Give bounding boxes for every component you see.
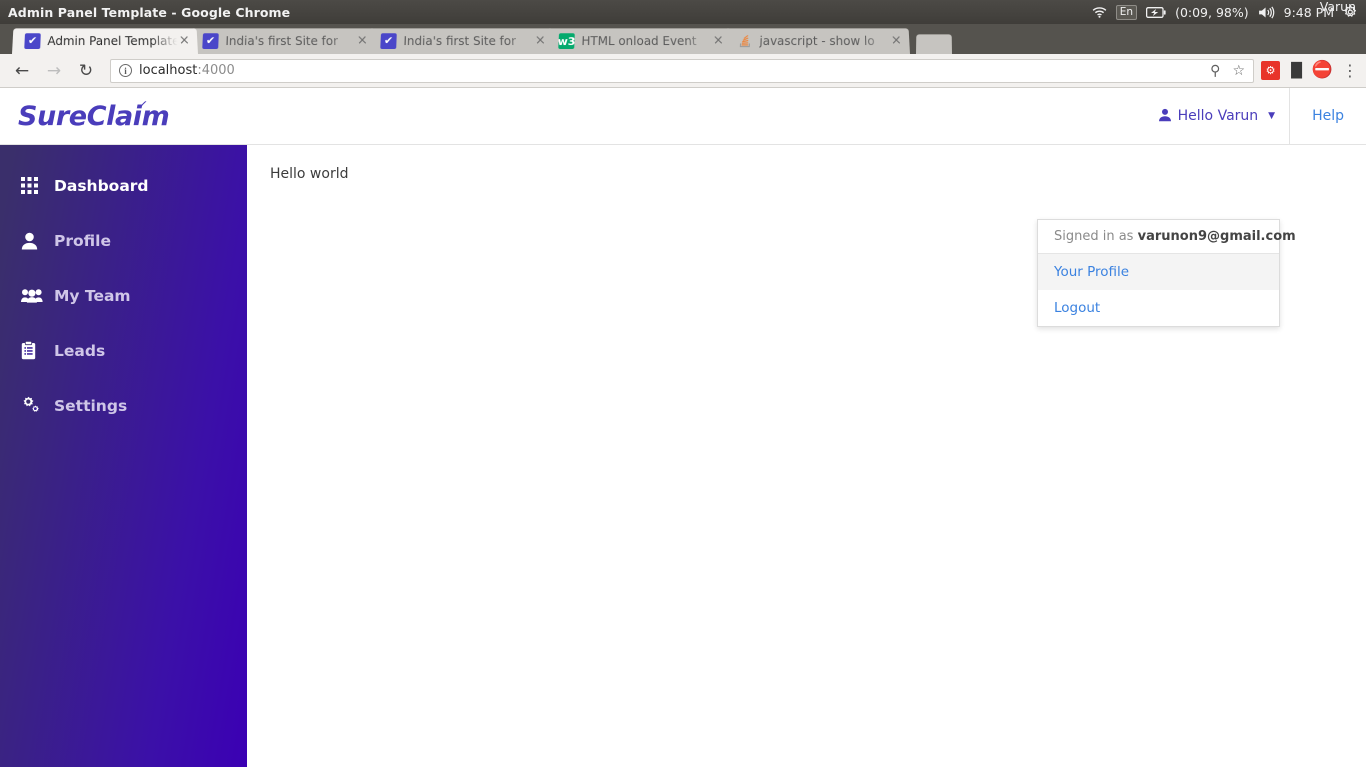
browser-tab[interactable]: w3 HTML onload Event ×	[546, 28, 732, 54]
tab-title: Admin Panel Template	[47, 34, 178, 49]
info-circle-icon[interactable]: i	[119, 64, 132, 77]
help-link[interactable]: Help	[1290, 108, 1366, 124]
extension-icon[interactable]: ⚙	[1261, 61, 1280, 80]
blue-checkmark-favicon: ✔	[380, 33, 397, 50]
sidebar-item-settings[interactable]: Settings	[0, 378, 247, 433]
back-arrow-icon[interactable]: ←	[8, 57, 36, 85]
window-title: Admin Panel Template - Google Chrome	[8, 4, 291, 20]
sidebar-item-label: Settings	[54, 396, 128, 415]
person-icon	[21, 232, 47, 250]
reload-icon[interactable]: ↻	[72, 57, 100, 85]
forward-arrow-icon[interactable]: →	[40, 57, 68, 85]
user-menu-button[interactable]: Hello Varun ▼	[1148, 88, 1289, 144]
tab-title: javascript - show lo	[759, 34, 875, 49]
sidebar-item-label: Dashboard	[54, 176, 149, 195]
tab-title: HTML onload Event	[581, 34, 697, 49]
sidebar-item-label: My Team	[54, 286, 131, 305]
user-dropdown-menu: Signed in as varunon9@gmail.com Your Pro…	[1037, 219, 1296, 327]
browser-tab-strip: Varun ✔ Admin Panel Template × ✔ India's…	[0, 0, 1366, 54]
adblock-shield-icon[interactable]: ⛔	[1312, 61, 1333, 80]
tab-close-icon[interactable]: ×	[889, 33, 904, 48]
wifi-icon[interactable]	[1092, 6, 1107, 18]
clipboard-icon	[21, 341, 47, 360]
browser-toolbar: ← → ↻ i localhost:4000 ⚲ ☆ ⚙ █ ⛔ ⋮	[0, 54, 1366, 88]
sidebar-item-label: Leads	[54, 341, 106, 360]
signed-in-email: varunon9@gmail.com	[1137, 229, 1296, 244]
url-host: localhost	[139, 63, 198, 78]
sidebar-item-label: Profile	[54, 231, 111, 250]
sidebar: Dashboard Profile My Team Leads Settings	[0, 145, 247, 767]
dropdown-item-logout[interactable]: Logout	[1038, 290, 1279, 326]
address-bar[interactable]: i localhost:4000 ⚲ ☆	[110, 58, 1254, 83]
grid-icon	[21, 177, 47, 194]
tab-title: India's first Site for	[225, 34, 339, 49]
person-icon	[1158, 108, 1172, 125]
key-icon[interactable]: ⚲	[1210, 63, 1220, 79]
browser-tab[interactable]: ✔ Admin Panel Template ×	[12, 28, 198, 54]
tab-title: India's first Site for	[403, 34, 517, 49]
sidebar-item-profile[interactable]: Profile	[0, 213, 247, 268]
brand-check-accent: ✓	[135, 96, 149, 114]
app-header: SureClaim ✓ Hello Varun ▼ Help	[0, 88, 1366, 145]
browser-tab[interactable]: ✔ India's first Site for ×	[190, 28, 376, 54]
user-greeting-label: Hello Varun	[1177, 108, 1259, 124]
battery-status-text: (0:09, 98%)	[1175, 4, 1249, 20]
tab-close-icon[interactable]: ×	[177, 33, 192, 48]
os-top-bar: Admin Panel Template - Google Chrome En …	[0, 0, 1366, 24]
signed-in-as-label: Signed in as varunon9@gmail.com	[1038, 220, 1296, 254]
browser-tab[interactable]: ✔ India's first Site for ×	[368, 28, 554, 54]
three-dots-menu-icon[interactable]: ⋮	[1342, 61, 1358, 80]
gears-icon	[21, 396, 47, 415]
people-icon	[21, 288, 47, 303]
browser-tab[interactable]: javascript - show lo ×	[724, 28, 910, 54]
battery-icon[interactable]	[1146, 6, 1166, 18]
sidebar-item-dashboard[interactable]: Dashboard	[0, 158, 247, 213]
sidebar-item-leads[interactable]: Leads	[0, 323, 247, 378]
page-viewport: SureClaim ✓ Hello Varun ▼ Help Signed in…	[0, 88, 1366, 767]
w3schools-favicon: w3	[558, 33, 575, 50]
brand-logo[interactable]: SureClaim ✓	[18, 97, 170, 132]
star-icon[interactable]: ☆	[1232, 63, 1245, 79]
chevron-down-icon: ▼	[1268, 111, 1276, 121]
volume-icon[interactable]	[1258, 5, 1275, 19]
extension-icon[interactable]: █	[1287, 61, 1306, 80]
url-port: :4000	[197, 63, 235, 78]
blue-checkmark-favicon: ✔	[202, 33, 219, 50]
new-tab-button[interactable]	[916, 34, 952, 54]
keyboard-layout-indicator[interactable]: En	[1115, 4, 1138, 20]
dropdown-item-your-profile[interactable]: Your Profile	[1038, 254, 1279, 290]
signed-in-prefix: Signed in as	[1054, 229, 1134, 244]
blue-checkmark-favicon: ✔	[24, 33, 41, 50]
header-right-group: Hello Varun ▼ Help	[1148, 88, 1366, 144]
content-body-text: Hello world	[270, 166, 349, 182]
sidebar-item-my-team[interactable]: My Team	[0, 268, 247, 323]
os-user-name[interactable]: Varun	[1320, 0, 1356, 14]
stackoverflow-favicon	[736, 33, 753, 49]
